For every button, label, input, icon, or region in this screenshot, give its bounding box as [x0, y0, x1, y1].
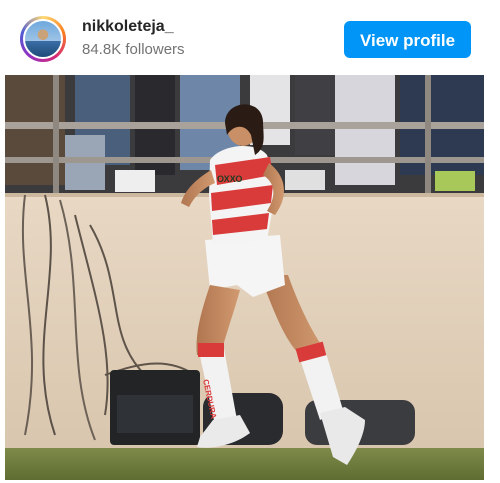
pitch-grass	[5, 448, 484, 480]
username[interactable]: nikkoleteja_	[82, 18, 174, 36]
jersey-sponsor: ОХХО	[217, 174, 242, 184]
profile-photo-avatar-icon	[23, 19, 63, 59]
post-photo[interactable]: ОХХО CERDURA	[5, 75, 484, 480]
post-header: nikkoleteja_ 84.8K followers View profil…	[0, 0, 500, 72]
followers-count: 84.8K followers	[82, 41, 185, 58]
soccer-player-photo: ОХХО CERDURA	[5, 75, 484, 480]
view-profile-button[interactable]: View profile	[344, 21, 471, 58]
avatar[interactable]	[20, 16, 66, 62]
instagram-embed-card: nikkoleteja_ 84.8K followers View profil…	[0, 0, 500, 483]
